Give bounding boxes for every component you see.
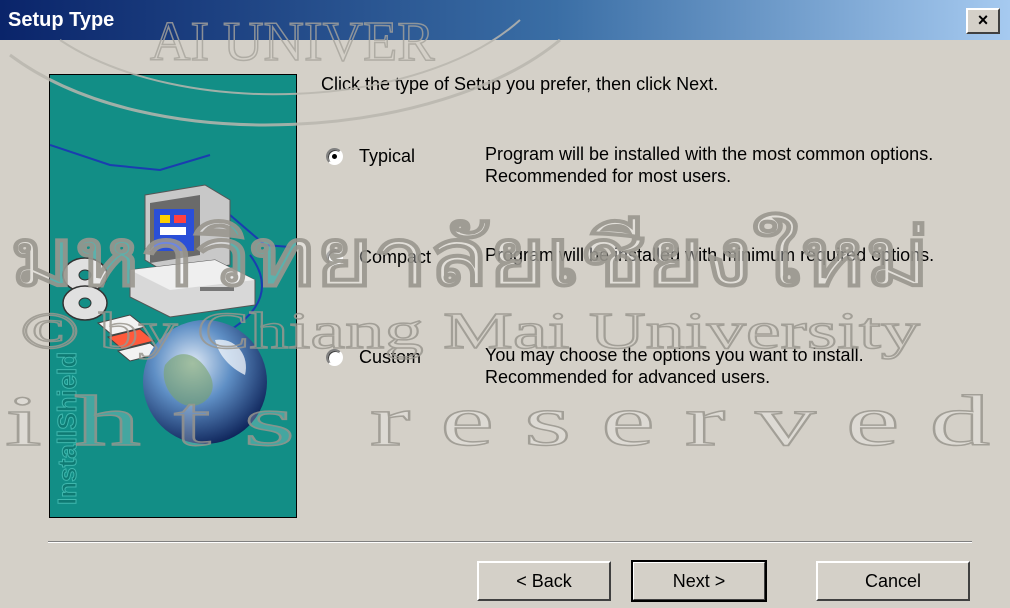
next-button[interactable]: Next >	[631, 560, 767, 602]
compact-radio[interactable]	[326, 249, 343, 266]
cd-discs-icon	[62, 257, 108, 321]
globe-icon	[143, 320, 267, 444]
banner-brand-text: InstallShield	[52, 352, 82, 505]
typical-description: Program will be installed with the most …	[485, 144, 934, 186]
title-bar: Setup Type ×	[0, 0, 1010, 40]
installshield-banner: InstallShield	[49, 74, 297, 518]
custom-radio[interactable]	[326, 349, 343, 366]
instruction-text: Click the type of Setup you prefer, then…	[321, 74, 719, 94]
typical-radio[interactable]	[326, 148, 343, 165]
close-button[interactable]: ×	[966, 8, 1000, 34]
close-icon: ×	[977, 10, 989, 30]
compact-description: Program will be installed with minimum r…	[485, 245, 935, 265]
window-title: Setup Type	[8, 9, 115, 31]
computer-icon	[129, 184, 256, 318]
typical-label[interactable]: Typical	[359, 146, 415, 167]
watermark-reserved-text: r e s e r v e d	[370, 381, 990, 461]
compact-label[interactable]: Compact	[359, 247, 431, 268]
back-button[interactable]: < Back	[477, 561, 611, 601]
button-separator	[48, 541, 972, 543]
custom-description: You may choose the options you want to i…	[485, 345, 864, 387]
cancel-button[interactable]: Cancel	[816, 561, 970, 601]
custom-label[interactable]: Custom	[359, 347, 421, 368]
